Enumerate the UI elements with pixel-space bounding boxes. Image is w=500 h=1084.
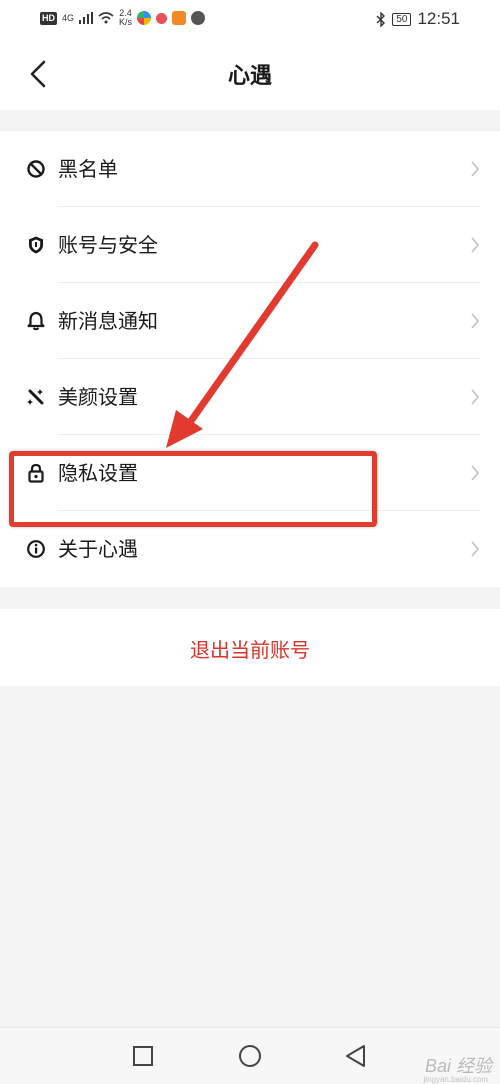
wand-icon: [27, 389, 44, 405]
app-notification-icon: [191, 11, 206, 25]
system-nav-bar: Bai 经验 jingyan.baidu.com: [0, 1027, 500, 1084]
info-icon: [27, 540, 45, 558]
watermark-url: jingyan.baidu.com: [423, 1075, 488, 1084]
clock: 12:51: [417, 9, 460, 28]
speed-unit: K/s: [119, 17, 133, 27]
hd-badge: HD: [40, 11, 57, 25]
battery-indicator: 50: [392, 12, 412, 26]
status-right: 50 12:51: [376, 9, 460, 29]
annotation-highlight-box: [9, 451, 377, 527]
network-type: 4G: [62, 13, 75, 23]
page-title: 心遇: [227, 64, 272, 89]
settings-item-label: 新消息通知: [58, 309, 158, 333]
settings-item-blacklist[interactable]: 黑名单: [0, 131, 500, 207]
bluetooth-icon: [376, 11, 386, 27]
chevron-right-icon: [471, 389, 480, 405]
app-notification-icon: [156, 12, 168, 24]
network-speed: 2.4 K/s: [119, 9, 132, 27]
back-nav-icon[interactable]: [343, 1043, 369, 1069]
signal-icon: [79, 12, 94, 24]
chevron-right-icon: [471, 465, 480, 481]
home-icon[interactable]: [237, 1043, 263, 1069]
logout-label: 退出当前账号: [190, 638, 310, 662]
wifi-icon: [98, 12, 114, 24]
settings-item-label: 账号与安全: [58, 233, 158, 257]
chevron-right-icon: [471, 313, 480, 329]
settings-item-label: 黑名单: [58, 157, 118, 181]
app-notification-icon: [137, 11, 152, 25]
chevron-right-icon: [471, 541, 480, 557]
settings-item-label: 美颜设置: [58, 385, 138, 409]
logout-button[interactable]: 退出当前账号: [0, 609, 500, 686]
settings-item-account-security[interactable]: 账号与安全: [0, 207, 500, 283]
chevron-right-icon: [471, 161, 480, 177]
block-icon: [27, 160, 45, 178]
play-app-icon: [172, 11, 187, 25]
settings-item-label: 关于心遇: [58, 537, 138, 561]
shield-icon: [29, 236, 43, 254]
settings-item-notifications[interactable]: 新消息通知: [0, 283, 500, 359]
settings-item-beauty[interactable]: 美颜设置: [0, 359, 500, 435]
title-bar: 心遇: [0, 38, 500, 110]
recent-apps-icon[interactable]: [130, 1043, 156, 1069]
bell-icon: [27, 311, 45, 331]
status-left: HD 4G 2.4 K/s: [40, 9, 206, 27]
status-bar: HD 4G 2.4 K/s 50 12:51: [0, 0, 500, 38]
chevron-right-icon: [471, 237, 480, 253]
